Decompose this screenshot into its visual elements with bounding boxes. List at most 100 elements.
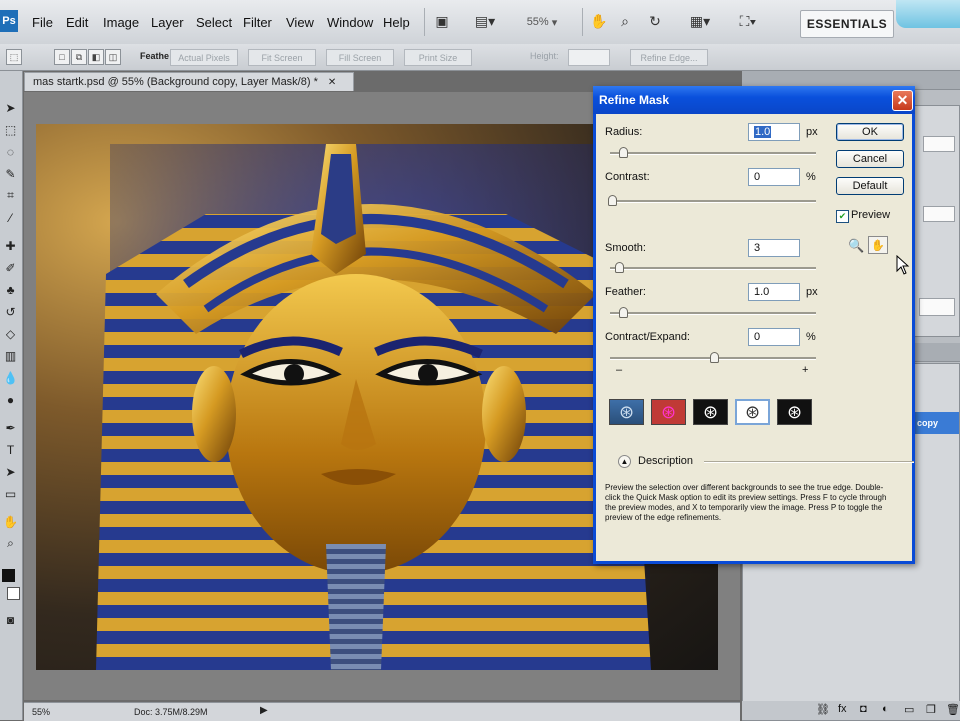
fill-screen-button[interactable]: Fill Screen	[326, 49, 394, 66]
zoom-tool-icon[interactable]: 🔍	[848, 238, 864, 254]
hand-tool-icon[interactable]: ✋	[2, 513, 19, 530]
menu-filter[interactable]: Filter	[243, 15, 272, 30]
refine-edge-button[interactable]: Refine Edge...	[630, 49, 708, 66]
menu-window[interactable]: Window	[327, 15, 373, 30]
quick-mask-icon[interactable]: ◙	[2, 611, 19, 628]
feather-slider-thumb[interactable]	[619, 307, 628, 318]
menu-select[interactable]: Select	[196, 15, 232, 30]
radius-slider-track[interactable]	[610, 152, 816, 155]
description-toggle[interactable]: ▲ Description	[618, 453, 914, 471]
panel-field[interactable]	[923, 136, 955, 152]
contrast-input[interactable]: 0	[748, 168, 800, 186]
menu-file[interactable]: File	[32, 15, 53, 30]
add-mask-icon[interactable]: ◘	[860, 703, 867, 715]
intersect-selection-icon[interactable]: ◫	[105, 49, 121, 65]
panel-button[interactable]	[919, 298, 955, 316]
hand-tool-icon[interactable]: ✋	[590, 11, 608, 31]
contract-expand-input[interactable]: 0	[748, 328, 800, 346]
clone-stamp-tool-icon[interactable]: ♣	[2, 281, 19, 298]
shape-tool-icon[interactable]: ▭	[2, 485, 19, 502]
screen-mode-icon[interactable]: ⛶▾	[732, 11, 764, 31]
standard-mode-swatch-icon[interactable]: ⊛	[609, 399, 644, 425]
close-document-icon[interactable]: ✕	[328, 77, 336, 88]
actual-pixels-button[interactable]: Actual Pixels	[170, 49, 238, 66]
eraser-tool-icon[interactable]: ◇	[2, 325, 19, 342]
marquee-tool-preset-icon[interactable]: ⬚	[6, 49, 22, 65]
arrange-documents-icon[interactable]: ▦▾	[684, 11, 716, 31]
preview-checkbox[interactable]: ✔	[836, 210, 849, 223]
new-layer-icon[interactable]: ❐	[926, 703, 936, 716]
adjustment-layer-icon[interactable]: ◐	[882, 703, 889, 715]
blur-tool-icon[interactable]: 💧	[2, 369, 19, 386]
pen-tool-icon[interactable]: ✒	[2, 419, 19, 436]
expand-description-icon[interactable]: ▲	[618, 455, 631, 468]
dodge-tool-icon[interactable]: ●	[2, 391, 19, 408]
new-group-icon[interactable]: ▭	[904, 703, 914, 716]
dialog-title-bar[interactable]: Refine Mask	[593, 86, 915, 114]
menu-edit[interactable]: Edit	[66, 15, 88, 30]
smooth-label: Smooth:	[605, 242, 646, 254]
cs-live-button[interactable]	[896, 0, 960, 28]
smooth-input[interactable]: 3	[748, 239, 800, 257]
print-size-button[interactable]: Print Size	[404, 49, 472, 66]
feather-input[interactable]: 1.0	[748, 283, 800, 301]
menu-view[interactable]: View	[286, 15, 314, 30]
status-zoom[interactable]: 55%	[32, 707, 50, 717]
layer-style-icon[interactable]: fx	[838, 703, 847, 715]
status-menu-arrow-icon[interactable]: ▶	[260, 705, 268, 716]
workspace-switcher[interactable]: ESSENTIALS	[800, 10, 894, 38]
smooth-value: 3	[754, 242, 761, 254]
menu-help[interactable]: Help	[383, 15, 410, 30]
path-selection-tool-icon[interactable]: ➤	[2, 463, 19, 480]
add-selection-icon[interactable]: ⧉	[71, 49, 87, 65]
panel-field[interactable]	[923, 206, 955, 222]
move-tool-icon[interactable]: ➤	[2, 99, 19, 116]
lasso-tool-icon[interactable]: ◌	[2, 143, 19, 160]
default-button[interactable]: Default	[836, 177, 904, 195]
rotate-view-icon[interactable]: ↻	[644, 11, 666, 31]
quick-selection-tool-icon[interactable]: ✎	[2, 165, 19, 182]
gradient-tool-icon[interactable]: ▥	[2, 347, 19, 364]
mask-mode-swatch-icon[interactable]: ⊛	[777, 399, 812, 425]
zoom-tool-icon[interactable]: ⌕	[616, 11, 634, 31]
eyedropper-tool-icon[interactable]: ⁄	[2, 209, 19, 226]
zoom-level-select[interactable]: 55% ▾	[510, 12, 574, 32]
layer-row-selected[interactable]: copy	[913, 412, 959, 434]
fit-screen-button[interactable]: Fit Screen	[248, 49, 316, 66]
link-layers-icon[interactable]: ⛓	[816, 703, 830, 716]
height-field[interactable]	[568, 49, 610, 66]
close-icon[interactable]: ✕	[892, 90, 913, 111]
contrast-slider-thumb[interactable]	[608, 195, 617, 206]
crop-tool-icon[interactable]: ⌗	[2, 187, 19, 204]
cancel-button[interactable]: Cancel	[836, 150, 904, 168]
on-white-mode-swatch-icon[interactable]: ⊛	[735, 399, 770, 425]
radius-slider-thumb[interactable]	[619, 147, 628, 158]
view-extras-icon[interactable]: ▤▾	[470, 11, 500, 31]
new-selection-icon[interactable]: □	[54, 49, 70, 65]
foreground-color-swatch[interactable]	[2, 569, 15, 582]
brush-tool-icon[interactable]: ✐	[2, 259, 19, 276]
type-tool-icon[interactable]: T	[2, 441, 19, 458]
contract-expand-slider-thumb[interactable]	[710, 352, 719, 363]
quick-mask-mode-swatch-icon[interactable]: ⊛	[651, 399, 686, 425]
on-black-mode-swatch-icon[interactable]: ⊛	[693, 399, 728, 425]
feather-slider-track[interactable]	[610, 312, 816, 315]
menu-image[interactable]: Image	[103, 15, 139, 30]
contrast-slider-track[interactable]	[610, 200, 816, 203]
zoom-tool-icon[interactable]: ⌕	[2, 535, 19, 552]
background-color-swatch[interactable]	[7, 587, 20, 600]
menu-layer[interactable]: Layer	[151, 15, 184, 30]
hand-tool-icon[interactable]: ✋	[868, 236, 888, 254]
delete-layer-icon[interactable]: 🗑	[946, 703, 960, 716]
history-brush-tool-icon[interactable]: ↺	[2, 303, 19, 320]
document-tab[interactable]: mas startk.psd @ 55% (Background copy, L…	[24, 72, 354, 91]
radius-label: Radius:	[605, 126, 643, 138]
subtract-selection-icon[interactable]: ◧	[88, 49, 104, 65]
ok-button[interactable]: OK	[836, 123, 904, 141]
healing-brush-tool-icon[interactable]: ✚	[2, 237, 19, 254]
smooth-slider-track[interactable]	[610, 267, 816, 270]
radius-input[interactable]: 1.0	[748, 123, 800, 141]
marquee-tool-icon[interactable]: ⬚	[2, 121, 19, 138]
smooth-slider-thumb[interactable]	[615, 262, 624, 273]
bridge-icon[interactable]: ▣	[433, 11, 451, 31]
